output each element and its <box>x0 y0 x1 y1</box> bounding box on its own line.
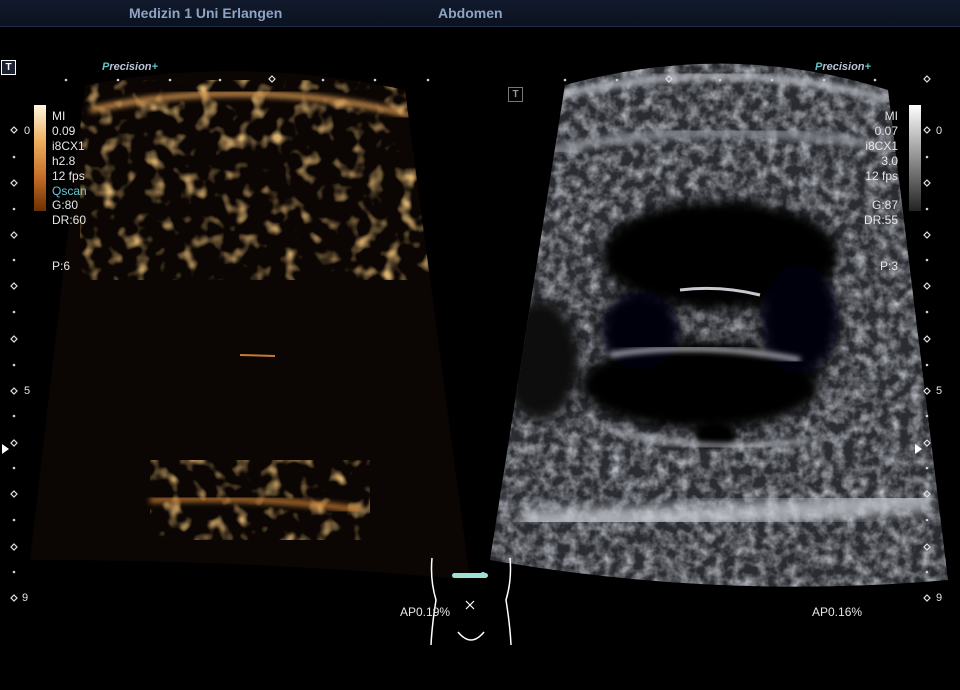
right-brand-label: Precision+ <box>815 61 871 73</box>
depth-scale-left <box>12 155 16 574</box>
mi-label: MI <box>52 109 66 123</box>
gain-label: G:87 <box>871 198 898 213</box>
left-t-mark-icon: T <box>1 60 16 75</box>
right-colormap-bar <box>909 105 921 211</box>
left-brand-label: Precision+ <box>102 61 158 73</box>
focus-triangle-icon <box>2 444 9 454</box>
mode-label: Qscan <box>52 183 87 198</box>
frequency-label: h2.8 <box>52 153 76 168</box>
right-acoustic-power: AP0.16% <box>812 605 863 619</box>
transducer-label: i8CX1 <box>865 138 898 153</box>
depth-label-bottom-right: 9 <box>936 592 943 604</box>
gain-label: G:80 <box>52 198 79 213</box>
mi-label: MI <box>884 109 898 123</box>
ultrasound-display <box>2 63 948 646</box>
mi-value: 0.07 <box>874 123 898 138</box>
contrast-image <box>30 71 470 581</box>
transducer-label: i8CX1 <box>52 138 85 153</box>
left-acoustic-power: AP0.19% <box>400 605 451 619</box>
depth-label-top-right: 0 <box>936 125 943 137</box>
right-parameter-list: MI 0.07 i8CX1 3.0 12 fps G:87 DR:55 P:3 <box>864 109 898 274</box>
depth-label-bottom-left: 9 <box>22 592 29 604</box>
persistence-label: P:6 <box>52 259 71 274</box>
mi-value: 0.09 <box>52 123 76 138</box>
left-colormap-bar <box>34 105 46 211</box>
frame-rate-label: 12 fps <box>52 168 85 183</box>
right-t-mark-icon: T <box>508 87 523 102</box>
frame-rate-label: 12 fps <box>865 168 898 183</box>
persistence-label: P:3 <box>879 259 898 274</box>
frequency-label: 3.0 <box>881 153 898 168</box>
dynamic-range-label: DR:55 <box>863 213 898 228</box>
depth-label-mid-right: 5 <box>936 385 943 397</box>
left-parameter-list: MI 0.09 i8CX1 h2.8 12 fps Qscan G:80 DR:… <box>52 109 87 274</box>
depth-label-top-left: 0 <box>24 125 31 137</box>
dynamic-range-label: DR:60 <box>52 213 87 228</box>
depth-label-mid-left: 5 <box>24 385 31 397</box>
